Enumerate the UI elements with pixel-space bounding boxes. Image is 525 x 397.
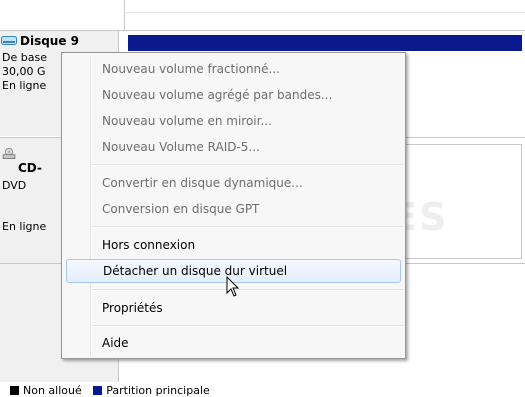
cd-drive-icon — [2, 148, 16, 159]
hard-disk-icon — [1, 36, 17, 45]
menu-separator — [92, 164, 403, 166]
menu-item-convert-dynamic[interactable]: Convertir en disque dynamique... — [64, 171, 403, 195]
menu-item-new-mirrored-volume[interactable]: Nouveau volume en miroir... — [64, 109, 403, 133]
legend-swatch-primary — [93, 386, 103, 395]
menu-item-new-striped-volume[interactable]: Nouveau volume agrégé par bandes... — [64, 83, 403, 107]
menu-separator — [92, 325, 403, 327]
menu-separator — [92, 289, 403, 291]
menu-item-help[interactable]: Aide — [64, 331, 403, 355]
mouse-pointer-icon — [226, 276, 240, 297]
menu-item-properties[interactable]: Propriétés — [64, 296, 403, 320]
disk-name: CD- — [18, 161, 42, 175]
column-header-strip — [0, 0, 525, 31]
menu-item-new-spanned-volume[interactable]: Nouveau volume fractionné... — [64, 57, 403, 81]
disk-type: DVD — [2, 179, 27, 192]
legend-label-unallocated: Non alloué — [23, 384, 82, 397]
legend-label-primary: Partition principale — [106, 384, 210, 397]
menu-separator — [92, 226, 403, 228]
menu-item-offline[interactable]: Hors connexion — [64, 233, 403, 257]
partition-bar[interactable] — [128, 35, 522, 51]
column-divider — [124, 0, 125, 30]
disk-size: 30,00 G — [2, 65, 46, 78]
disk-status: En ligne — [2, 79, 47, 92]
legend-swatch-unallocated — [10, 386, 19, 395]
legend: Non alloué Partition principale — [0, 384, 525, 397]
context-menu: Nouveau volume fractionné... Nouveau vol… — [61, 52, 406, 359]
disk-name: Disque 9 — [20, 34, 80, 48]
header-line — [124, 12, 525, 13]
disk-type: De base — [2, 51, 47, 64]
disk-status: En ligne — [2, 220, 47, 233]
menu-item-new-raid5-volume[interactable]: Nouveau Volume RAID-5... — [64, 135, 403, 159]
menu-item-convert-gpt[interactable]: Conversion en disque GPT — [64, 197, 403, 221]
